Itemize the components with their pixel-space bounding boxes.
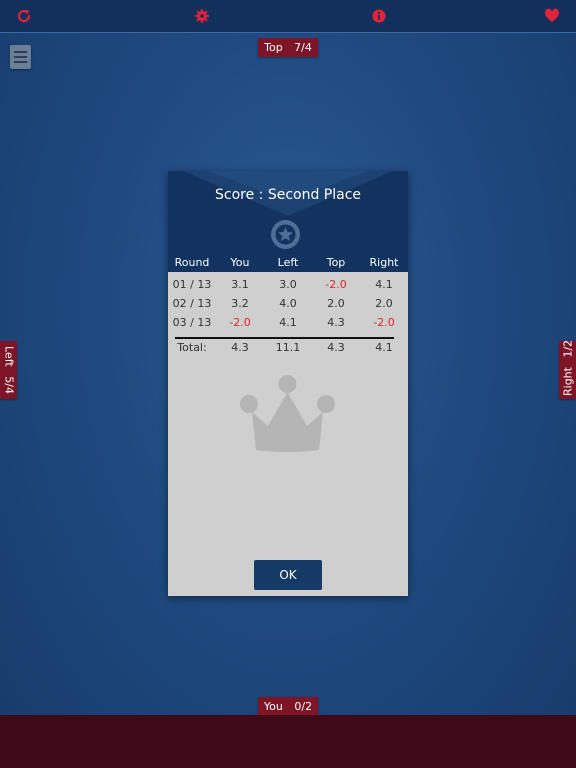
top-toolbar <box>0 0 576 33</box>
total-top: 4.3 <box>327 341 345 354</box>
bottom-hand-area <box>0 715 576 768</box>
menu-button[interactable] <box>10 45 31 69</box>
player-tag-left: Left 5/4 <box>0 341 17 399</box>
cell-you: 3.1 <box>231 278 249 291</box>
menu-icon <box>14 51 27 53</box>
star-icon <box>271 220 300 249</box>
score-dialog-header: Score : Second Place Round You Left Top … <box>168 171 408 272</box>
score-dialog: Score : Second Place Round You Left Top … <box>168 171 408 596</box>
info-icon[interactable] <box>371 8 387 24</box>
cell-top: 2.0 <box>327 297 345 310</box>
column-header-top: Top <box>326 256 346 269</box>
total-divider <box>175 337 394 339</box>
cell-top: -2.0 <box>325 278 347 291</box>
total-right: 4.1 <box>375 341 393 354</box>
player-score-you: 0/2 <box>294 700 313 713</box>
player-name-top: Top <box>264 41 283 54</box>
player-tag-right: Right 1/2 <box>559 339 576 399</box>
player-name-you: You <box>263 700 283 713</box>
crown-icon <box>240 375 335 452</box>
player-score-left: 5/4 <box>2 376 15 394</box>
column-header-round: Round <box>174 256 210 269</box>
cell-left: 3.0 <box>279 278 297 291</box>
column-header-left: Left <box>277 256 299 269</box>
player-tag-top: Top 7/4 <box>258 38 318 57</box>
ok-button[interactable]: OK <box>254 560 322 590</box>
cell-right: 2.0 <box>375 297 393 310</box>
cell-right: 4.1 <box>375 278 393 291</box>
heart-icon[interactable] <box>544 8 560 24</box>
score-dialog-title: Score : Second Place <box>214 187 362 203</box>
player-score-right: 1/2 <box>561 339 574 358</box>
cell-round: 01 / 13 <box>172 278 212 291</box>
player-score-top: 7/4 <box>294 41 312 54</box>
total-label: Total: <box>177 341 207 354</box>
player-name-left: Left <box>2 346 15 367</box>
total-left: 11.1 <box>275 341 301 354</box>
refresh-icon[interactable] <box>16 8 32 24</box>
player-name-right: Right <box>561 367 574 396</box>
cell-round: 02 / 13 <box>172 297 212 310</box>
total-you: 4.3 <box>231 341 249 354</box>
cell-right: -2.0 <box>373 316 395 329</box>
cell-left: 4.1 <box>279 316 297 329</box>
cell-left: 4.0 <box>279 297 297 310</box>
cell-you: 3.2 <box>231 297 249 310</box>
cell-top: 4.3 <box>327 316 345 329</box>
cell-round: 03 / 13 <box>172 316 212 329</box>
cell-you: -2.0 <box>229 316 251 329</box>
player-tag-you: You 0/2 <box>258 697 318 716</box>
column-header-right: Right <box>369 256 399 269</box>
gear-icon[interactable] <box>194 8 210 24</box>
column-header-you: You <box>230 256 250 269</box>
